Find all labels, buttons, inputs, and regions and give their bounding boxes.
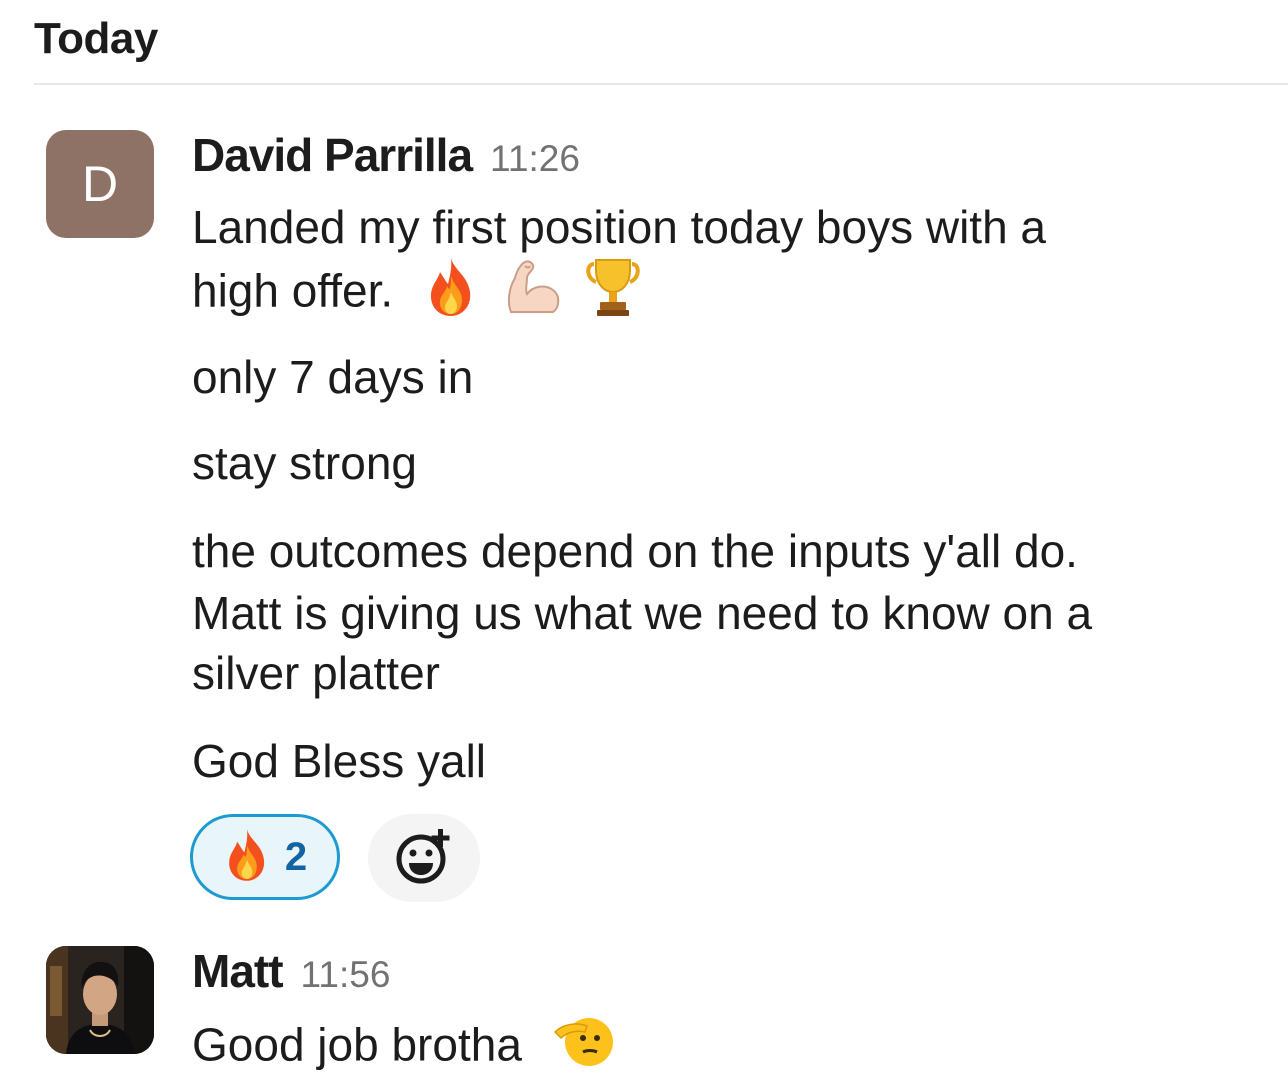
avatar[interactable]: D <box>46 130 154 238</box>
trophy-emoji <box>584 256 642 333</box>
flexed-biceps-emoji <box>503 256 563 333</box>
message-timestamp[interactable]: 11:56 <box>301 954 391 996</box>
message-text-line: Good job brotha <box>192 1010 615 1087</box>
reaction-pill-fire[interactable]: 2 <box>190 814 340 900</box>
message-text-line: Matt is giving us what we need to know o… <box>192 587 1093 639</box>
avatar-initial: D <box>81 156 119 212</box>
message-header: David Parrilla 11:26 <box>192 128 580 182</box>
saluting-face-emoji <box>553 1010 615 1087</box>
day-divider-line <box>34 83 1288 85</box>
message-text: Good job brotha <box>192 1018 522 1071</box>
reaction-count: 2 <box>284 834 308 879</box>
fire-emoji <box>424 256 478 333</box>
avatar[interactable] <box>46 946 154 1054</box>
message-text-line: only 7 days in <box>192 351 474 403</box>
channel-message-pane: Today D David Parrilla 11:26 Landed my f… <box>0 0 1288 1088</box>
sender-name[interactable]: Matt <box>192 944 284 998</box>
add-reaction-icon <box>393 825 455 892</box>
message-text: high offer. <box>192 264 394 317</box>
message-header: Matt 11:56 <box>192 944 390 998</box>
message-text-line: silver platter <box>192 647 440 699</box>
fire-emoji <box>223 827 271 888</box>
message-text-line: Landed my first position today boys with… <box>192 201 1047 253</box>
message-text-line: high offer. <box>192 256 642 333</box>
message-timestamp[interactable]: 11:26 <box>490 138 580 180</box>
message-text-line: stay strong <box>192 437 417 489</box>
message-text-line: God Bless yall <box>192 735 487 787</box>
day-divider-label: Today <box>34 14 158 63</box>
sender-name[interactable]: David Parrilla <box>192 128 473 182</box>
message-text-line: the outcomes depend on the inputs y'all … <box>192 525 1078 577</box>
user-photo <box>46 946 154 1054</box>
add-reaction-button[interactable] <box>368 814 480 902</box>
